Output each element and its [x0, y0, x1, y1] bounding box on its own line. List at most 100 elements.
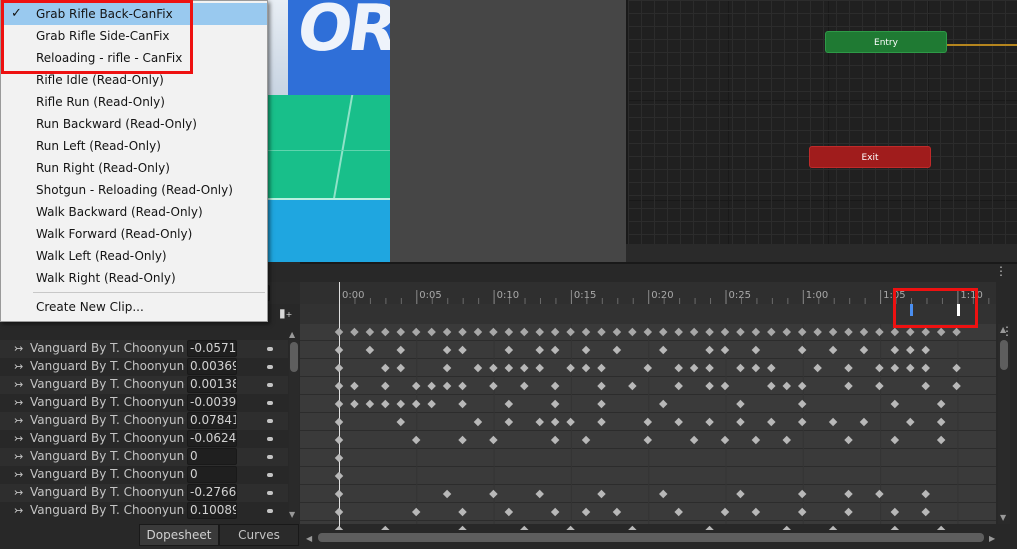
- property-value-field[interactable]: 0.10089: [187, 502, 237, 519]
- scene-sign-text: ORI: [292, 0, 390, 66]
- property-options-icon[interactable]: [267, 455, 273, 459]
- property-row[interactable]: ↣ Vanguard By T. Choonyung -0.0571: [0, 340, 288, 358]
- ruler-major-tick: [416, 290, 418, 304]
- property-options-icon[interactable]: [267, 383, 273, 387]
- scroll-up-icon[interactable]: ▲: [289, 330, 295, 339]
- property-row[interactable]: ↣ Vanguard By T. Choonyung 0.07841: [0, 412, 288, 430]
- property-options-icon[interactable]: [267, 347, 273, 351]
- ruler-minor-tick: [447, 298, 449, 304]
- timeline-horizontal-scrollbar[interactable]: [318, 533, 984, 542]
- ruler-minor-tick: [787, 298, 789, 304]
- property-value-field[interactable]: 0.07841: [187, 412, 237, 429]
- scene-green-floor: [268, 95, 390, 200]
- scroll-right-icon[interactable]: ▶: [989, 534, 996, 543]
- scrollbar-thumb[interactable]: [290, 342, 298, 372]
- exit-state-node[interactable]: Exit: [809, 146, 931, 168]
- property-name: Vanguard By T. Choonyung: [30, 449, 185, 463]
- menu-item-label: Run Left (Read-Only): [36, 139, 161, 153]
- menu-item-clip[interactable]: Run Backward (Read-Only): [2, 113, 267, 135]
- transform-property-icon: ↣: [14, 432, 24, 445]
- keyframe-row-divider: [300, 520, 996, 521]
- property-row[interactable]: ↣ Vanguard By T. Choonyung 0.10089: [0, 502, 288, 520]
- property-row[interactable]: ↣ Vanguard By T. Choonyung -0.0624: [0, 430, 288, 448]
- scene-grid-line: [268, 150, 390, 151]
- property-options-icon[interactable]: [267, 365, 273, 369]
- scroll-left-icon[interactable]: ◀: [306, 534, 313, 543]
- property-options-icon[interactable]: [267, 401, 273, 405]
- unity-editor: ORI Entry Exit ▮+ ↣ Vanguard By T. Choony…: [0, 0, 1017, 549]
- menu-item-clip[interactable]: Walk Right (Read-Only): [2, 267, 267, 289]
- keyframe-row-divider: [300, 502, 996, 503]
- property-value-field[interactable]: 0: [187, 466, 237, 483]
- property-value-field[interactable]: -0.2766: [187, 484, 237, 501]
- keyframe-row-divider: [300, 430, 996, 431]
- more-options-icon[interactable]: ⋮: [995, 264, 1007, 278]
- property-row[interactable]: ↣ Vanguard By T. Choonyung 0.00369: [0, 358, 288, 376]
- property-row[interactable]: ↣ Vanguard By T. Choonyung 0: [0, 448, 288, 466]
- property-options-icon[interactable]: [267, 509, 273, 513]
- property-value-field[interactable]: 0.00369: [187, 358, 237, 375]
- property-value-field[interactable]: 0.00138: [187, 376, 237, 393]
- property-value-field[interactable]: 0: [187, 448, 237, 465]
- ruler-major-tick: [725, 290, 727, 304]
- menu-item-label: Run Right (Read-Only): [36, 161, 170, 175]
- property-value-field[interactable]: -0.0039: [187, 394, 237, 411]
- ruler-major-tick: [493, 290, 495, 304]
- property-options-icon[interactable]: [267, 437, 273, 441]
- property-row[interactable]: ↣ Vanguard By T. Choonyung -0.0039: [0, 394, 288, 412]
- transform-property-icon: ↣: [14, 378, 24, 391]
- menu-item-clip[interactable]: Run Right (Read-Only): [2, 157, 267, 179]
- transform-property-icon: ↣: [14, 414, 24, 427]
- more-options-icon[interactable]: ⋮: [1001, 324, 1013, 338]
- grid-line: [957, 324, 959, 524]
- property-options-icon[interactable]: [267, 473, 273, 477]
- keyframe-row-divider: [300, 340, 996, 341]
- summary-keyframe-row: [300, 304, 996, 324]
- menu-item-clip[interactable]: Rifle Run (Read-Only): [2, 91, 267, 113]
- ruler-minor-tick: [555, 298, 557, 304]
- property-row[interactable]: ↣ Vanguard By T. Choonyung 0: [0, 466, 288, 484]
- menu-item-label: Walk Forward (Read-Only): [36, 227, 193, 241]
- property-row[interactable]: ↣ Vanguard By T. Choonyung -0.2766: [0, 484, 288, 502]
- entry-transition-arrow[interactable]: [947, 44, 1017, 46]
- menu-item-clip[interactable]: Walk Left (Read-Only): [2, 245, 267, 267]
- entry-state-node[interactable]: Entry: [825, 31, 947, 53]
- ruler-minor-tick: [632, 298, 634, 304]
- property-value-field[interactable]: -0.0571: [187, 340, 237, 357]
- ruler-minor-tick: [694, 298, 696, 304]
- scroll-down-icon[interactable]: ▼: [289, 510, 295, 519]
- menu-item-label: Rifle Idle (Read-Only): [36, 73, 164, 87]
- menu-item-clip[interactable]: Shotgun - Reloading (Read-Only): [2, 179, 267, 201]
- ruler-major-tick: [880, 290, 882, 304]
- menu-item-clip[interactable]: Walk Backward (Read-Only): [2, 201, 267, 223]
- scroll-down-icon[interactable]: ▼: [1000, 513, 1007, 522]
- menu-separator: [33, 292, 265, 293]
- menu-item-clip[interactable]: Run Left (Read-Only): [2, 135, 267, 157]
- property-row[interactable]: ↣ Vanguard By T. Choonyung 0.00138: [0, 376, 288, 394]
- transform-property-icon: ↣: [14, 450, 24, 463]
- menu-item-clip[interactable]: Walk Forward (Read-Only): [2, 223, 267, 245]
- keyframe-row-divider: [300, 484, 996, 485]
- property-options-icon[interactable]: [267, 491, 273, 495]
- scrollbar-thumb[interactable]: [1000, 340, 1008, 370]
- animator-graph[interactable]: Entry Exit: [626, 0, 1017, 244]
- transform-property-icon: ↣: [14, 360, 24, 373]
- tab-curves[interactable]: Curves: [219, 524, 299, 546]
- create-new-clip-item[interactable]: Create New Clip...: [2, 296, 267, 318]
- property-name: Vanguard By T. Choonyung: [30, 485, 185, 499]
- add-keyframe-button[interactable]: ▮+: [279, 306, 295, 324]
- highlight-box-clips: [1, 0, 193, 74]
- property-list-scrollbar[interactable]: ▲ ▼: [289, 330, 299, 520]
- ruler-minor-tick: [849, 298, 851, 304]
- property-options-icon[interactable]: [267, 419, 273, 423]
- property-value-field[interactable]: -0.0624: [187, 430, 237, 447]
- ruler-major-tick: [802, 290, 804, 304]
- property-name: Vanguard By T. Choonyung: [30, 377, 185, 391]
- keyframe-row-divider: [300, 448, 996, 449]
- animator-graph-footer: [626, 244, 1017, 262]
- grid-line: [416, 324, 418, 524]
- tab-dopesheet[interactable]: Dopesheet: [139, 524, 219, 546]
- highlight-box-keys: [893, 288, 978, 328]
- ruler-minor-tick: [833, 298, 835, 304]
- scene-view[interactable]: ORI: [268, 0, 390, 262]
